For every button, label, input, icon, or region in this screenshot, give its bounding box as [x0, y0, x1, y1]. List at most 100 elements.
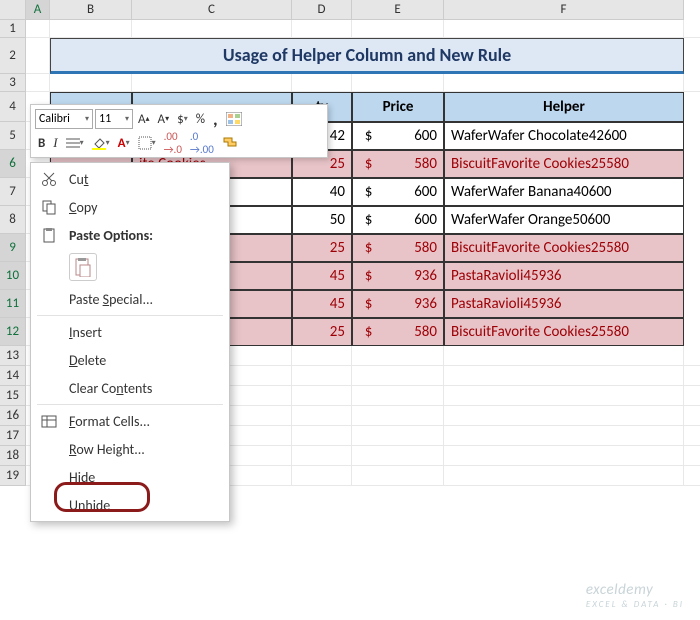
hdr-price[interactable]: Price [352, 92, 444, 122]
row-header-12[interactable]: 12 [0, 318, 26, 346]
row-header-17[interactable]: 17 [0, 426, 26, 446]
conditional-format-icon[interactable] [223, 108, 245, 130]
col-header-B[interactable]: B [50, 0, 132, 20]
row-header-7[interactable]: 7 [0, 178, 26, 206]
cell-price[interactable]: 936 [384, 262, 444, 290]
row-header-10[interactable]: 10 [0, 262, 26, 290]
row-header-9[interactable]: 9 [0, 234, 26, 262]
increase-font-icon[interactable]: A▴ [135, 108, 153, 130]
row-1 [26, 20, 700, 38]
col-header-C[interactable]: C [132, 0, 292, 20]
row-3 [26, 74, 700, 92]
cell[interactable]: 45 [292, 262, 352, 290]
menu-hide[interactable]: Hide [31, 463, 229, 491]
row-header-8[interactable]: 8 [0, 206, 26, 234]
cell-price[interactable]: 600 [384, 206, 444, 234]
cell-helper[interactable]: WaferWafer Orange50600 [444, 206, 684, 234]
col-header-A[interactable]: A [26, 0, 50, 20]
cell[interactable]: 45 [292, 290, 352, 318]
cell-helper[interactable]: WaferWafer Chocolate42600 [444, 122, 684, 150]
paste-icon [39, 225, 59, 245]
cell[interactable]: 50 [292, 206, 352, 234]
row-header-1[interactable]: 1 [0, 20, 26, 38]
menu-paste-special[interactable]: Paste Special... [31, 285, 229, 313]
cell[interactable]: 40 [292, 178, 352, 206]
row-header-13[interactable]: 13 [0, 346, 26, 366]
align-icon[interactable]: ▾ [63, 132, 87, 154]
decrease-font-icon[interactable]: A▾ [155, 108, 173, 130]
menu-cut[interactable]: Cut [31, 165, 229, 193]
italic-button[interactable]: I [50, 132, 60, 154]
menu-paste-options [31, 249, 229, 285]
chevron-down-icon: ▾ [85, 114, 89, 124]
borders-icon[interactable]: ▾ [135, 132, 159, 154]
cell-price[interactable]: 600 [384, 122, 444, 150]
menu-clear-contents[interactable]: Clear Contents [31, 374, 229, 402]
decrease-decimal-icon[interactable]: .00→.0 [161, 132, 185, 154]
row-header-5[interactable]: 5 [0, 122, 26, 150]
increase-decimal-icon[interactable]: .0→.00 [187, 132, 217, 154]
row-header-14[interactable]: 14 [0, 366, 26, 386]
cell-helper[interactable]: PastaRavioli45936 [444, 290, 684, 318]
cell-currency[interactable]: $ [352, 150, 384, 178]
menu-unhide[interactable]: Unhide [31, 491, 229, 519]
fill-color-icon[interactable]: ▾ [89, 132, 113, 154]
row-headers: 1 2 3 4 5 6 7 8 9 10 11 12 13 14 15 16 1… [0, 20, 26, 486]
col-header-E[interactable]: E [352, 0, 444, 20]
cut-icon [39, 169, 59, 189]
menu-delete[interactable]: Delete [31, 346, 229, 374]
menu-insert[interactable]: Insert [31, 318, 229, 346]
row-header-3[interactable]: 3 [0, 74, 26, 92]
row-header-11[interactable]: 11 [0, 290, 26, 318]
row-header-4[interactable]: 4 [0, 92, 26, 122]
cell-helper[interactable]: WaferWafer Banana40600 [444, 178, 684, 206]
watermark: exceldemy EXCEL & DATA · BI [586, 581, 684, 610]
cell-price[interactable]: 580 [384, 150, 444, 178]
cell-price[interactable]: 580 [384, 318, 444, 346]
row-header-2[interactable]: 2 [0, 38, 26, 74]
cell-currency[interactable]: $ [352, 178, 384, 206]
column-headers: A B C D E F [0, 0, 684, 20]
spreadsheet-area: A B C D E F 1 2 3 4 5 6 7 8 9 10 11 12 1… [0, 0, 700, 620]
select-all-corner[interactable] [0, 0, 26, 20]
cell-helper[interactable]: PastaRavioli45936 [444, 262, 684, 290]
cell-price[interactable]: 936 [384, 290, 444, 318]
menu-copy[interactable]: Copy [31, 193, 229, 221]
cell-price[interactable]: 600 [384, 178, 444, 206]
cell-currency[interactable]: $ [352, 318, 384, 346]
cell-helper[interactable]: BiscuitFavorite Cookies25580 [444, 318, 684, 346]
cell-currency[interactable]: $ [352, 262, 384, 290]
font-family-select[interactable]: Calibri▾ [35, 109, 93, 129]
cell-helper[interactable]: BiscuitFavorite Cookies25580 [444, 150, 684, 178]
menu-paste-options-label: Paste Options: [31, 221, 229, 249]
cell[interactable]: 25 [292, 318, 352, 346]
col-header-D[interactable]: D [292, 0, 352, 20]
copy-icon [39, 197, 59, 217]
cell-currency[interactable]: $ [352, 234, 384, 262]
cell-currency[interactable]: $ [352, 122, 384, 150]
cell-price[interactable]: 580 [384, 234, 444, 262]
menu-format-cells[interactable]: Format Cells... [31, 407, 229, 435]
paste-default-button[interactable] [69, 253, 97, 281]
cell-currency[interactable]: $ [352, 206, 384, 234]
menu-row-height[interactable]: Row Height... [31, 435, 229, 463]
row-header-18[interactable]: 18 [0, 446, 26, 466]
font-size-select[interactable]: 11▾ [95, 109, 133, 129]
title-cell[interactable]: Usage of Helper Column and New Rule [50, 38, 684, 74]
cell[interactable]: 25 [292, 234, 352, 262]
accounting-format-icon[interactable]: $▾ [174, 108, 191, 130]
cell-currency[interactable]: $ [352, 290, 384, 318]
row-2: Usage of Helper Column and New Rule [26, 38, 700, 74]
col-header-F[interactable]: F [444, 0, 684, 20]
font-color-icon[interactable]: A▾ [115, 132, 133, 154]
percent-format-icon[interactable]: % [193, 108, 208, 130]
row-header-6[interactable]: 6 [0, 150, 26, 178]
bold-button[interactable]: B [35, 132, 48, 154]
hdr-helper[interactable]: Helper [444, 92, 684, 122]
row-header-15[interactable]: 15 [0, 386, 26, 406]
cell-helper[interactable]: BiscuitFavorite Cookies25580 [444, 234, 684, 262]
row-header-16[interactable]: 16 [0, 406, 26, 426]
comma-format-icon[interactable]: , [210, 108, 221, 130]
format-painter-icon[interactable] [219, 132, 241, 154]
row-header-19[interactable]: 19 [0, 466, 26, 486]
